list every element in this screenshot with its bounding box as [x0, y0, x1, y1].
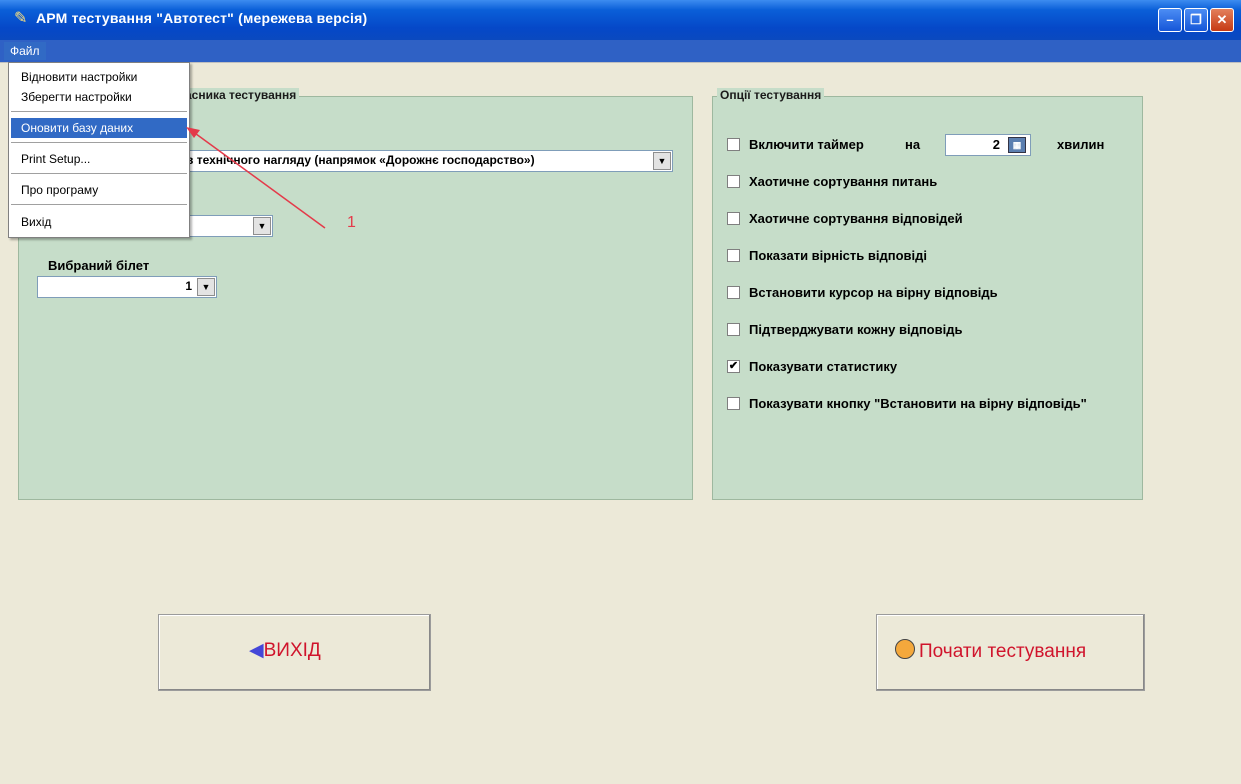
- annotation-line: [191, 130, 326, 229]
- annotation-arrowhead: [186, 127, 200, 138]
- app-window: ✎ АРМ тестування "Автотест" (мережева ве…: [0, 0, 1241, 784]
- annotation-number: 1: [347, 214, 356, 231]
- annotation-arrow: [186, 127, 326, 229]
